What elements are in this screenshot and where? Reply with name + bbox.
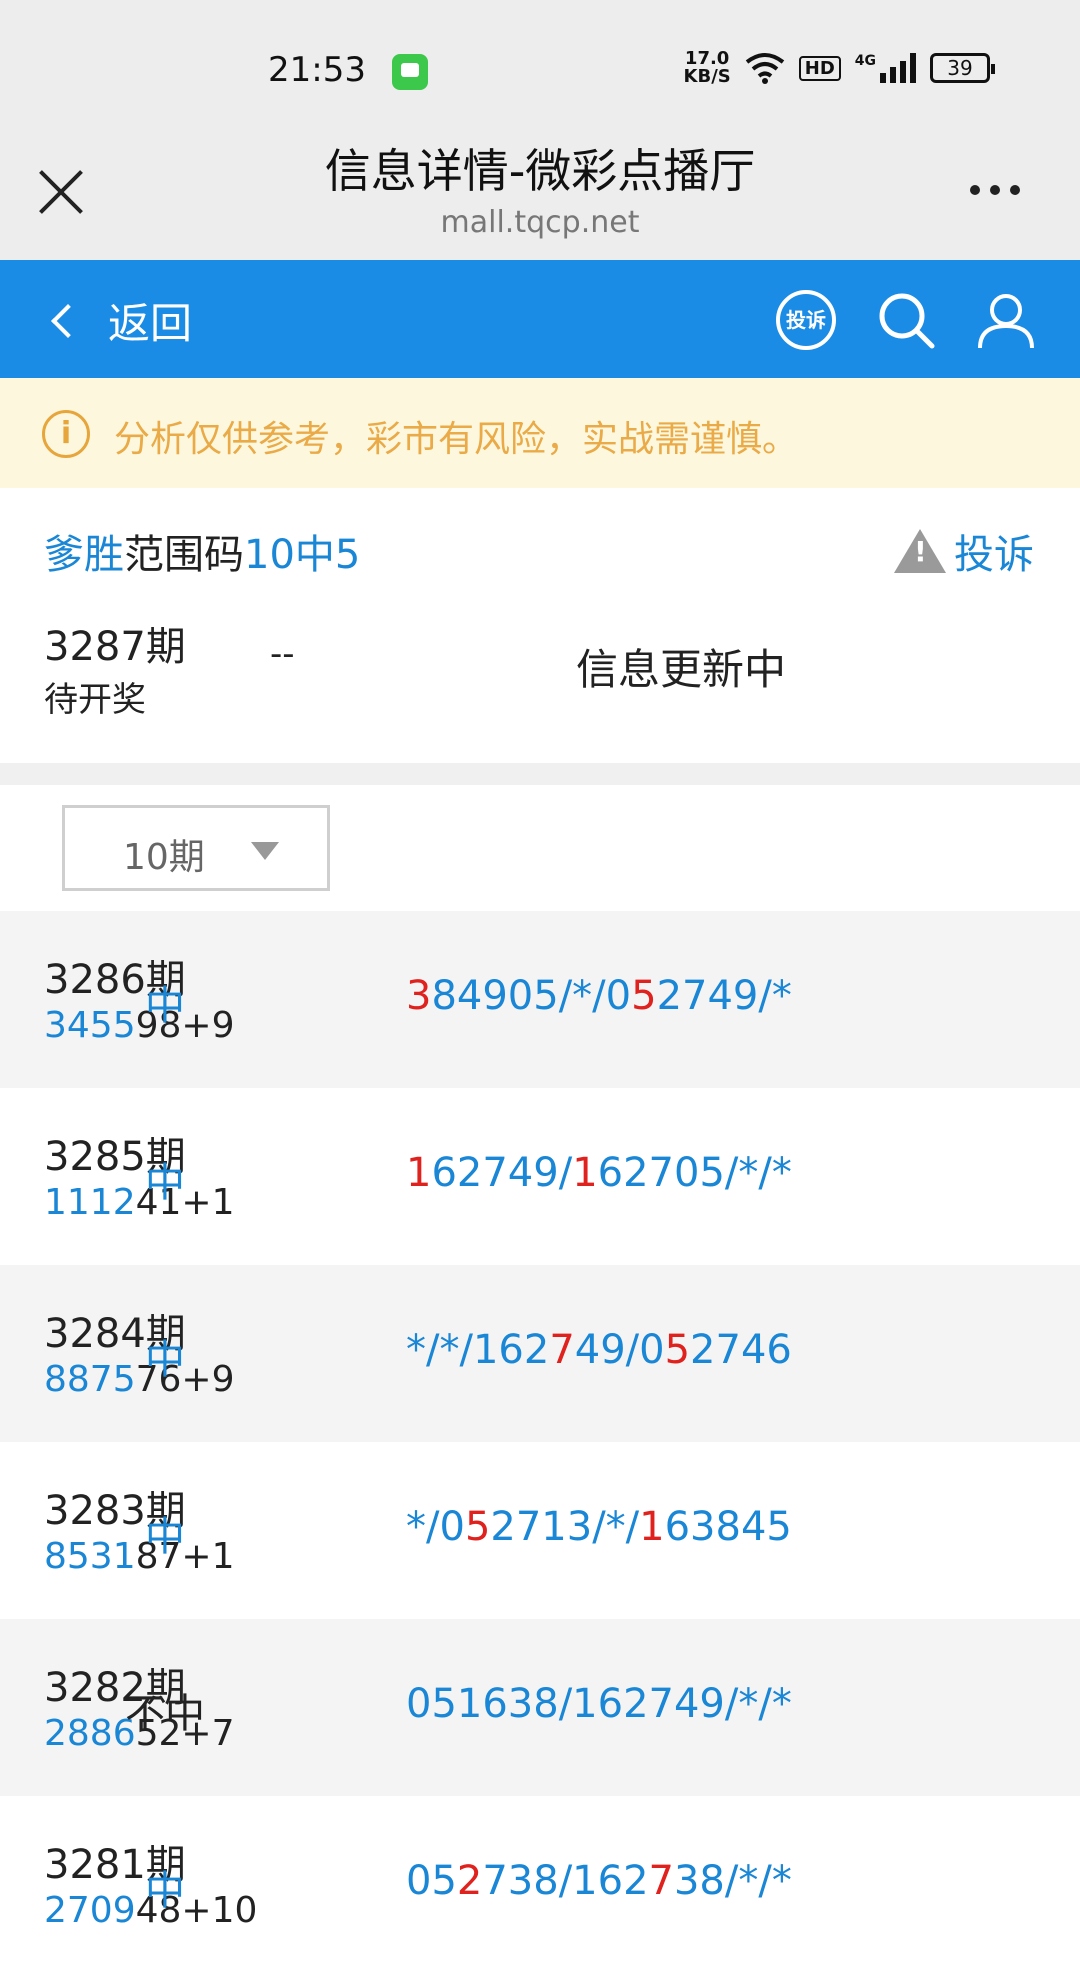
current-info: 信息更新中 bbox=[576, 645, 787, 694]
more-options-icon[interactable] bbox=[970, 185, 1020, 195]
current-result: -- bbox=[270, 634, 295, 674]
complain-label: 投诉 bbox=[954, 532, 1034, 578]
search-icon[interactable] bbox=[876, 290, 936, 350]
plan-type: 范围码 bbox=[124, 532, 244, 578]
row-prediction: */052713/*/163845 bbox=[406, 1504, 792, 1550]
row-prediction: 051638/162749/*/* bbox=[406, 1681, 792, 1727]
page-domain: mall.tqcp.net bbox=[440, 205, 640, 240]
prediction-hit-digit: 5 bbox=[464, 1504, 491, 1550]
row-result: 中 bbox=[145, 1337, 185, 1383]
prediction-segment: 05 bbox=[406, 1858, 457, 1904]
hd-badge: HD bbox=[798, 55, 841, 81]
network-type: 4G bbox=[854, 53, 876, 69]
period-select[interactable]: 10期 bbox=[62, 805, 330, 891]
prediction-segment: 62749/ bbox=[431, 1150, 573, 1196]
history-row: 3285期 111241+1 中 162749/162705/*/* bbox=[0, 1088, 1080, 1265]
nav-bar: 返回 投诉 bbox=[0, 260, 1080, 378]
battery-icon: 39 bbox=[930, 53, 995, 83]
chevron-left-icon bbox=[51, 303, 85, 338]
prediction-segment: 2713/*/ bbox=[490, 1504, 640, 1550]
prediction-segment: 62705/*/* bbox=[597, 1150, 792, 1196]
prediction-segment: 63845 bbox=[664, 1504, 792, 1550]
history-row: 3283期 853187+1 中 */052713/*/163845 bbox=[0, 1442, 1080, 1619]
speed-unit: KB/S bbox=[683, 66, 731, 87]
risk-notice: i 分析仅供参考，彩市有风险，实战需谨慎。 bbox=[0, 378, 1080, 488]
user-icon[interactable] bbox=[976, 290, 1036, 350]
prediction-segment: 738/162 bbox=[482, 1858, 649, 1904]
prediction-hit-digit: 5 bbox=[631, 973, 657, 1019]
section-divider bbox=[0, 763, 1080, 785]
prediction-hit-digit: 7 bbox=[549, 1327, 575, 1373]
prediction-segment: */*/162 bbox=[406, 1327, 550, 1373]
row-result: 不中 bbox=[125, 1691, 205, 1737]
prediction-hit-digit: 7 bbox=[648, 1858, 674, 1904]
message-notification-icon bbox=[392, 54, 428, 90]
prediction-hit-digit: 1 bbox=[572, 1150, 598, 1196]
current-issue: 3287期 bbox=[44, 624, 186, 670]
info-icon: i bbox=[42, 410, 90, 458]
prediction-segment: 2749/* bbox=[656, 973, 792, 1019]
prediction-segment: */0 bbox=[406, 1504, 465, 1550]
wifi-icon bbox=[745, 53, 784, 84]
prediction-segment: 2746 bbox=[690, 1327, 792, 1373]
prediction-hit-digit: 5 bbox=[664, 1327, 691, 1373]
history-row: 3286期 345598+9 中 384905/*/052749/* bbox=[0, 911, 1080, 1088]
prediction-segment: 84905/*/0 bbox=[431, 973, 632, 1019]
prediction-hit-digit: 1 bbox=[406, 1150, 432, 1196]
caret-down-icon bbox=[251, 842, 279, 860]
history-row: 3282期 288652+7 不中 051638/162749/*/* bbox=[0, 1619, 1080, 1796]
row-result: 中 bbox=[145, 1160, 185, 1206]
current-status: 待开奖 bbox=[44, 680, 146, 720]
warning-icon bbox=[894, 529, 946, 573]
row-prediction: 384905/*/052749/* bbox=[406, 973, 792, 1019]
browser-title-bar: 信息详情-微彩点播厅 mall.tqcp.net bbox=[0, 144, 1080, 260]
plan-title: 爹胜范围码10中5 bbox=[44, 522, 360, 580]
prediction-segment: 051638/162749/*/* bbox=[406, 1681, 792, 1727]
row-result: 中 bbox=[145, 983, 185, 1029]
history-row: 3284期 887576+9 中 */*/162749/052746 bbox=[0, 1265, 1080, 1442]
status-icons: 17.0 KB/S HD 4G 39 bbox=[684, 50, 995, 86]
history-row: 3281期 270948+10 中 052738/162738/*/* bbox=[0, 1796, 1080, 1973]
network-speed: 17.0 KB/S bbox=[684, 50, 731, 86]
prediction-hit-digit: 1 bbox=[639, 1504, 665, 1550]
plan-author[interactable]: 爹胜 bbox=[44, 532, 124, 578]
history-list: 3286期 345598+9 中 384905/*/052749/* 3285期 1112… bbox=[0, 911, 1080, 1973]
row-prediction: */*/162749/052746 bbox=[406, 1327, 792, 1373]
complain-icon[interactable]: 投诉 bbox=[776, 290, 836, 350]
status-bar: 21:53 17.0 KB/S HD 4G 39 bbox=[0, 0, 1080, 145]
prediction-hit-digit: 3 bbox=[406, 973, 432, 1019]
plan-record: 10中5 bbox=[244, 532, 361, 578]
complain-button[interactable]: 投诉 bbox=[894, 522, 1034, 580]
back-button[interactable]: 返回 bbox=[48, 290, 192, 351]
row-result: 中 bbox=[145, 1514, 185, 1560]
prediction-hit-digit: 2 bbox=[456, 1858, 483, 1904]
period-select-value: 10期 bbox=[123, 837, 205, 878]
page-title: 信息详情-微彩点播厅 bbox=[324, 144, 756, 198]
detail-header: 爹胜范围码10中5 投诉 3287期 待开奖 -- 信息更新中 bbox=[0, 488, 1080, 763]
row-result: 中 bbox=[145, 1868, 185, 1914]
complain-icon-label: 投诉 bbox=[786, 308, 826, 332]
row-prediction: 052738/162738/*/* bbox=[406, 1858, 792, 1904]
signal-icon: 4G bbox=[855, 53, 916, 83]
battery-level: 39 bbox=[947, 56, 973, 80]
back-label: 返回 bbox=[108, 299, 193, 348]
row-prediction: 162749/162705/*/* bbox=[406, 1150, 792, 1196]
prediction-segment: 49/0 bbox=[574, 1327, 665, 1373]
status-time: 21:53 bbox=[268, 50, 366, 90]
prediction-segment: 38/*/* bbox=[673, 1858, 792, 1904]
notice-text: 分析仅供参考，彩市有风险，实战需谨慎。 bbox=[114, 419, 799, 460]
